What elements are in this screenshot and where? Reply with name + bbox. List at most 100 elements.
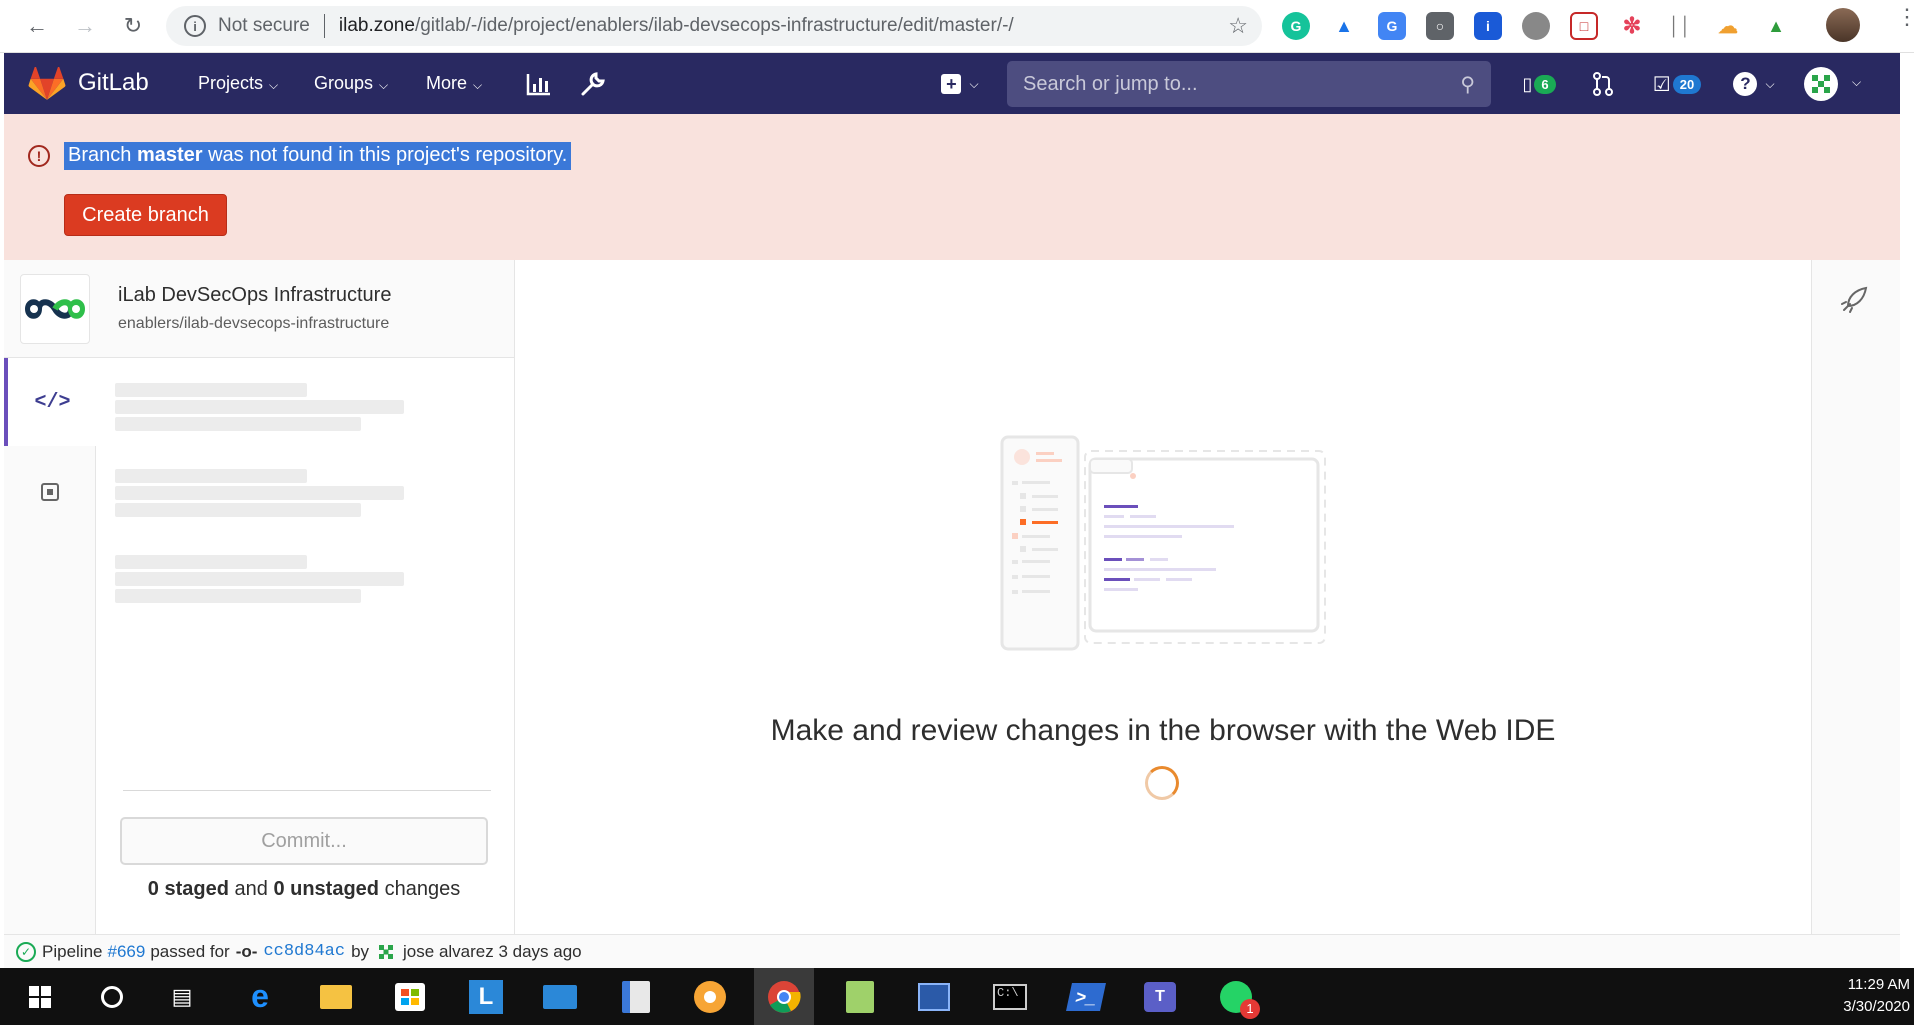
skeleton-line	[115, 383, 307, 397]
review-mode-tab[interactable]	[4, 448, 96, 536]
search-input[interactable]: Search or jump to... ⚲	[1007, 61, 1491, 107]
code-icon: </>	[34, 390, 71, 414]
more-menu[interactable]: More ⌵	[426, 73, 482, 94]
user-avatar[interactable]	[1804, 67, 1838, 101]
info-icon[interactable]: i	[184, 15, 206, 37]
address-separator	[323, 14, 325, 38]
l-app-icon[interactable]: L	[456, 968, 516, 1025]
extension-cloud-icon[interactable]: ☁	[1714, 12, 1742, 40]
editor-empty-state: Make and review changes in the browser w…	[515, 260, 1811, 934]
skeleton-line	[115, 589, 361, 603]
search-placeholder: Search or jump to...	[1023, 72, 1198, 95]
forward-icon[interactable]: →	[68, 9, 102, 43]
command-prompt-icon[interactable]: C:\	[980, 968, 1040, 1025]
task-view-icon[interactable]: ▤	[152, 968, 212, 1025]
issues-icon: ▯	[1522, 73, 1533, 94]
rocket-icon[interactable]	[1840, 284, 1870, 314]
groups-menu-label: Groups	[314, 73, 374, 93]
extension-cap-icon[interactable]: ▲	[1330, 12, 1358, 40]
chevron-down-icon[interactable]: ⌵	[1852, 75, 1861, 90]
pipeline-link[interactable]: #669	[108, 942, 146, 962]
pipeline-passed-text: passed for	[150, 941, 230, 961]
chrome-browser-icon[interactable]	[754, 968, 814, 1025]
python-editor-icon[interactable]	[606, 968, 666, 1025]
author-avatar[interactable]	[375, 941, 397, 963]
empty-state-title: Make and review changes in the browser w…	[770, 714, 1556, 747]
back-icon[interactable]: ←	[20, 9, 54, 43]
project-title[interactable]: iLab DevSecOps Infrastructure	[118, 284, 391, 307]
and-text: and	[228, 878, 274, 900]
project-path[interactable]: enablers/ilab-devsecops-infrastructure	[118, 315, 389, 333]
extension-info-icon[interactable]: i	[1474, 12, 1502, 40]
gitlab-brand[interactable]: GitLab	[78, 69, 149, 97]
ide-status-bar: ✓ Pipeline #669 passed for -o- cc8d84ac …	[4, 934, 1900, 968]
projects-menu[interactable]: Projects ⌵	[198, 73, 278, 94]
activity-bar: </>	[4, 358, 97, 934]
help-dropdown[interactable]: ? ⌵	[1728, 69, 1780, 99]
todos-check-icon: ☑	[1652, 73, 1671, 96]
reload-icon[interactable]: ↻	[116, 9, 150, 43]
todos-link[interactable]: ☑ 20	[1648, 69, 1706, 99]
commit-button[interactable]: Commit...	[120, 817, 488, 865]
activity-chart-icon[interactable]	[524, 69, 554, 99]
browser-profile-avatar[interactable]	[1826, 8, 1860, 42]
extension-bulb-icon[interactable]: ○	[1426, 12, 1454, 40]
project-header[interactable]: iLab DevSecOps Infrastructure enablers/i…	[4, 260, 515, 358]
skeleton-line	[115, 486, 404, 500]
staged-count: 0 staged	[147, 878, 229, 900]
edit-mode-tab[interactable]: </>	[4, 358, 97, 446]
mail-icon[interactable]	[530, 968, 590, 1025]
extension-bars-icon[interactable]: ││	[1666, 12, 1694, 40]
powershell-icon[interactable]: >_	[1056, 968, 1116, 1025]
error-icon: !	[28, 145, 50, 167]
extension-circle-icon[interactable]	[1522, 12, 1550, 40]
windows-start-icon[interactable]	[10, 968, 70, 1025]
commit-divider	[123, 790, 491, 791]
devops-logo-icon	[24, 299, 86, 319]
store-icon[interactable]	[380, 968, 440, 1025]
project-avatar	[20, 274, 90, 344]
extension-chart-icon[interactable]: ▲	[1762, 12, 1790, 40]
pipeline-label: Pipeline	[42, 941, 103, 961]
cortana-search-icon[interactable]	[82, 968, 142, 1025]
projects-menu-label: Projects	[198, 73, 264, 93]
skeleton-line	[115, 469, 307, 483]
alert-prefix: Branch	[68, 144, 137, 166]
create-branch-button[interactable]: Create branch	[64, 194, 227, 236]
alert-suffix: was not found in this project's reposito…	[202, 144, 568, 166]
more-menu-label: More	[426, 73, 468, 93]
network-app-icon[interactable]	[904, 968, 964, 1025]
skeleton-line	[115, 417, 361, 431]
extension-swirl-icon[interactable]: ✼	[1618, 12, 1646, 40]
extension-pocket-icon[interactable]: □	[1570, 12, 1598, 40]
changes-summary: 0 staged and 0 unstaged changes	[120, 878, 488, 901]
pipeline-status-success-icon[interactable]: ✓	[16, 941, 36, 962]
file-tree-panel: Commit... 0 staged and 0 unstaged change…	[96, 358, 515, 934]
gitlab-logo-icon[interactable]	[28, 67, 66, 101]
brave-browser-icon[interactable]	[680, 968, 740, 1025]
file-explorer-icon[interactable]	[306, 968, 366, 1025]
whatsapp-icon[interactable]: 1	[1206, 968, 1266, 1025]
alert-branch: master	[136, 144, 203, 166]
admin-wrench-icon[interactable]	[578, 69, 608, 99]
commit-sha-link[interactable]: cc8d84ac	[263, 942, 345, 961]
loading-spinner-icon	[1145, 766, 1179, 800]
clock-date: 3/30/2020	[1843, 998, 1910, 1015]
clock-time: 11:29 AM	[1847, 976, 1910, 993]
issues-link[interactable]: ▯ 6	[1514, 69, 1564, 99]
bookmark-star-icon[interactable]: ☆	[1228, 13, 1248, 39]
notepad-icon[interactable]	[830, 968, 890, 1025]
edge-browser-icon[interactable]: e	[230, 968, 290, 1025]
system-clock[interactable]: 11:29 AM 3/30/2020	[1820, 974, 1910, 1018]
merge-requests-icon[interactable]	[1588, 69, 1618, 99]
browser-menu-icon[interactable]: ⋮	[1896, 6, 1914, 28]
todos-count-badge: 20	[1672, 74, 1702, 94]
groups-menu[interactable]: Groups ⌵	[314, 73, 388, 94]
chevron-down-icon: ⌵	[969, 76, 979, 91]
new-item-dropdown[interactable]: + ⌵	[934, 69, 986, 99]
teams-icon[interactable]: T	[1130, 968, 1190, 1025]
grammarly-extension-icon[interactable]: G	[1282, 12, 1310, 40]
translate-extension-icon[interactable]: G	[1378, 12, 1406, 40]
address-bar[interactable]: i Not secure ilab.zone/gitlab/-/ide/proj…	[166, 6, 1262, 46]
review-icon	[41, 483, 59, 501]
